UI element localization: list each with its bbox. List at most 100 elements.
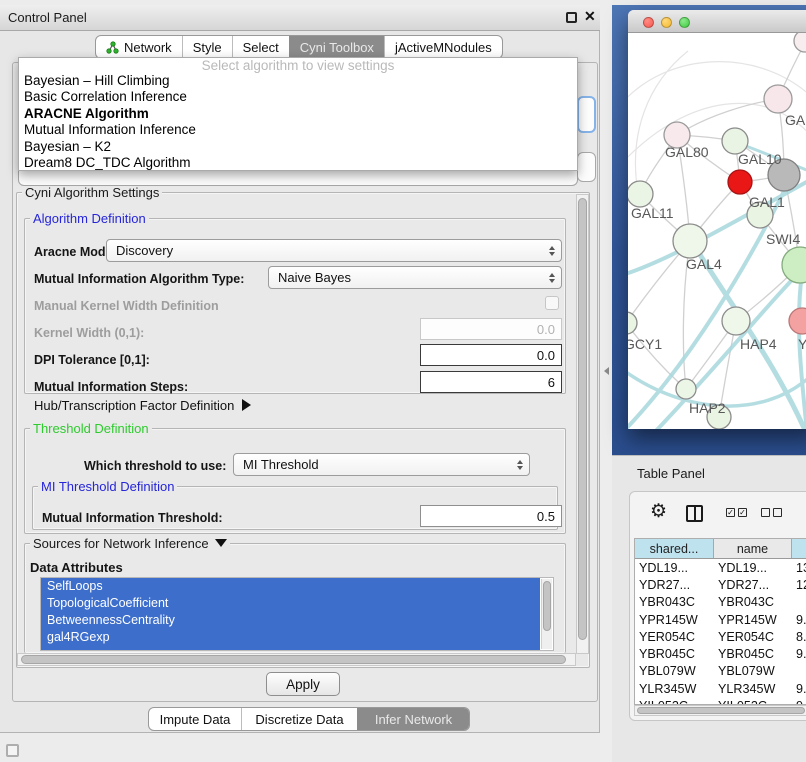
- table-cell: YBR043C: [635, 595, 714, 609]
- column-header-name[interactable]: name: [714, 539, 792, 558]
- which-threshold-combo[interactable]: MI Threshold: [233, 453, 530, 476]
- obscured-combo-fragment: [577, 96, 596, 133]
- network-node[interactable]: [789, 308, 806, 334]
- algorithm-option[interactable]: ARACNE Algorithm: [19, 106, 577, 122]
- table-cell: 8.: [792, 630, 806, 644]
- network-node[interactable]: [728, 170, 752, 194]
- sources-group-title[interactable]: Sources for Network Inference: [30, 536, 230, 551]
- network-node[interactable]: [764, 85, 792, 113]
- collapsed-panel-icon[interactable]: [6, 744, 19, 757]
- tab-cyni-toolbox[interactable]: Cyni Toolbox: [289, 36, 384, 58]
- mi-steps-field[interactable]: 6: [420, 371, 562, 393]
- table-cell: YDL19...: [635, 561, 714, 575]
- settings-vertical-scrollbar[interactable]: [576, 194, 589, 654]
- column-header-shared-name[interactable]: shared...: [635, 539, 714, 558]
- tab-jactivemnodules[interactable]: jActiveMNodules: [384, 36, 502, 58]
- float-window-icon[interactable]: [566, 12, 577, 23]
- table-row[interactable]: YPR145WYPR145W9.: [635, 611, 806, 628]
- close-icon[interactable]: ✕: [584, 8, 596, 25]
- column-header-clipped[interactable]: [792, 539, 806, 558]
- expanded-arrow-icon: [215, 539, 227, 547]
- mi-type-value: Naive Bayes: [278, 270, 351, 285]
- data-attribute-item[interactable]: TopologicalCoefficient: [41, 595, 540, 612]
- tab-select[interactable]: Select: [232, 36, 289, 58]
- network-node[interactable]: [628, 181, 653, 207]
- gear-icon[interactable]: ⚙: [650, 502, 667, 521]
- zoom-traffic-light-icon[interactable]: [679, 17, 690, 28]
- table-body[interactable]: YDL19...YDL19...13YDR27...YDR27...12YBR0…: [635, 559, 806, 704]
- network-node[interactable]: [676, 379, 696, 399]
- table-row[interactable]: YBR043CYBR043C: [635, 594, 806, 611]
- table-cell: YLR345W: [714, 682, 792, 696]
- network-canvas[interactable]: GALGAL80GAL10GAL1GAL11SWI4GAL4GCY1HAP4YH…: [628, 33, 806, 429]
- clear-checkboxes-icon[interactable]: [761, 508, 782, 517]
- data-attribute-item[interactable]: gal4RGexp: [41, 629, 540, 646]
- tab-network[interactable]: Network: [96, 36, 182, 58]
- kernel-width-field[interactable]: 0.0: [420, 318, 562, 340]
- algorithm-option[interactable]: Bayesian – Hill Climbing: [19, 73, 577, 89]
- table-cell: YPR145W: [635, 613, 714, 627]
- aracne-mode-combo[interactable]: Discovery: [106, 239, 562, 262]
- tab-impute-data[interactable]: Impute Data: [149, 708, 241, 730]
- mi-steps-label: Mutual Information Steps:: [34, 380, 188, 394]
- node-label: HAP4: [740, 336, 777, 352]
- which-threshold-label: Which threshold to use:: [84, 459, 226, 473]
- network-node[interactable]: [794, 33, 806, 52]
- algorithm-option[interactable]: Mutual Information Inference: [19, 122, 577, 138]
- collapsed-arrow-icon: [242, 399, 251, 411]
- apply-button[interactable]: Apply: [266, 672, 340, 696]
- algorithm-option[interactable]: Bayesian – K2: [19, 139, 577, 155]
- hub-section-toggle[interactable]: Hub/Transcription Factor Definition: [34, 398, 251, 413]
- mi-threshold-label: Mutual Information Threshold:: [42, 511, 223, 525]
- table-row[interactable]: YDL19...YDL19...13: [635, 559, 806, 576]
- splitter-collapse-icon[interactable]: [604, 367, 609, 375]
- tab-infer-network[interactable]: Infer Network: [357, 708, 469, 730]
- dpi-tolerance-field[interactable]: 0.0: [420, 344, 562, 366]
- attribute-list-scrollbar[interactable]: [541, 579, 552, 649]
- network-node[interactable]: [722, 307, 750, 335]
- algorithm-option[interactable]: Dream8 DC_TDC Algorithm: [19, 155, 577, 171]
- minimize-traffic-light-icon[interactable]: [661, 17, 672, 28]
- algorithm-option[interactable]: Basic Correlation Inference: [19, 89, 577, 105]
- select-all-checkboxes-icon[interactable]: ✓✓: [726, 508, 747, 517]
- network-window-titlebar[interactable]: [628, 10, 806, 33]
- network-icon: [106, 41, 119, 54]
- table-panel-body: ⚙ ✓✓ shared... name YDL19...YDL19...13YD…: [629, 491, 806, 721]
- table-row[interactable]: YIL052CYIL052C9: [635, 697, 806, 704]
- algorithm-placeholder: Select algorithm to view settings: [19, 58, 577, 73]
- table-row[interactable]: YER054CYER054C8.: [635, 628, 806, 645]
- control-panel-title: Control Panel: [8, 10, 87, 25]
- table-cell: 9.: [792, 613, 806, 627]
- panel-splitter[interactable]: [600, 0, 612, 762]
- table-row[interactable]: YDR27...YDR27...12: [635, 576, 806, 593]
- tab-style[interactable]: Style: [182, 36, 232, 58]
- node-label: GAL80: [665, 144, 709, 160]
- hub-section-label: Hub/Transcription Factor Definition: [34, 398, 234, 413]
- aracne-mode-value: Discovery: [116, 243, 173, 258]
- tab-discretize-data[interactable]: Discretize Data: [241, 708, 357, 730]
- network-node[interactable]: [628, 312, 637, 334]
- table-cell: 9: [792, 699, 806, 704]
- table-cell: YBR045C: [714, 647, 792, 661]
- settings-horizontal-scrollbar[interactable]: [17, 653, 576, 666]
- table-row[interactable]: YBL079WYBL079W: [635, 663, 806, 680]
- data-attribute-item[interactable]: BetweennessCentrality: [41, 612, 540, 629]
- mi-threshold-field[interactable]: 0.5: [420, 505, 562, 527]
- settings-group-title: Cyni Algorithm Settings: [22, 185, 162, 200]
- obscured-combo-fragment: [577, 152, 596, 182]
- control-panel-titlebar: Control Panel: [0, 5, 600, 31]
- table-row[interactable]: YBR045CYBR045C9.: [635, 645, 806, 662]
- table-cell: YLR345W: [635, 682, 714, 696]
- table-horizontal-scrollbar[interactable]: [634, 705, 806, 716]
- manual-kernel-checkbox[interactable]: [545, 296, 559, 310]
- table-row[interactable]: YLR345WYLR345W9.: [635, 680, 806, 697]
- network-node[interactable]: [782, 247, 806, 283]
- mi-type-combo[interactable]: Naive Bayes: [268, 266, 562, 289]
- close-traffic-light-icon[interactable]: [643, 17, 654, 28]
- bottom-tabbar: Impute Data Discretize Data Infer Networ…: [148, 707, 470, 731]
- network-node[interactable]: [673, 224, 707, 258]
- split-columns-icon[interactable]: [686, 505, 703, 522]
- data-attribute-item[interactable]: SelfLoops: [41, 578, 540, 595]
- combo-spinner-icon: [549, 246, 555, 256]
- data-attributes-list[interactable]: SelfLoopsTopologicalCoefficientBetweenne…: [40, 577, 554, 651]
